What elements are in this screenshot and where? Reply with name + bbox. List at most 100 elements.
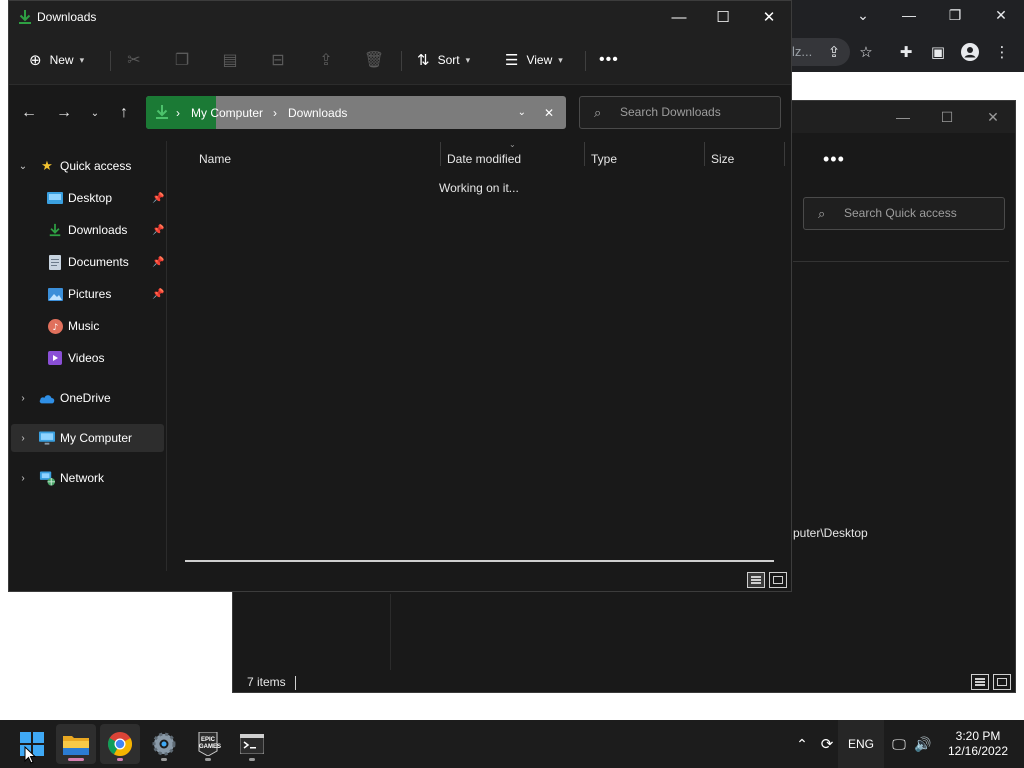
back-arrow-icon[interactable]: ← [15,99,43,127]
sort-icon: ⇅ [417,52,430,69]
share-icon[interactable]: ⇪ [312,46,340,74]
address-dropdown-chevron-icon[interactable]: ⌄ [518,96,526,129]
breadcrumb-my-computer[interactable]: My Computer [191,96,263,129]
details-view-button[interactable] [747,572,765,588]
running-app-indicator [205,758,211,761]
sidebar-item-downloads[interactable]: Downloads 📌 [11,216,164,244]
sidebar-item-my-computer[interactable]: › My Computer [11,424,164,452]
side-panel-icon[interactable]: ▣ [926,40,950,64]
bookmark-star-icon[interactable]: ☆ [854,40,878,64]
sort-button[interactable]: ⇅ Sort ▾ [417,46,470,74]
copy-icon[interactable]: ❐ [168,46,196,74]
minimize-button[interactable]: — [657,5,701,29]
bg-sidebar-divider [390,594,391,670]
navigation-bar: ← → ⌄ ↑ › My Computer › Downloads ⌄ ✕ ⌕ … [9,85,791,141]
expand-chevron-icon[interactable]: › [17,393,29,404]
delete-icon[interactable]: 🗑 [360,46,388,74]
view-button[interactable]: ☰ View ▾ [505,46,563,74]
cut-icon[interactable]: ✂ [120,46,148,74]
maximize-button[interactable]: ☐ [701,5,745,29]
sidebar-item-pictures[interactable]: Pictures 📌 [11,280,164,308]
stop-loading-close-icon[interactable]: ✕ [544,96,554,129]
profile-avatar-icon[interactable] [958,40,982,64]
breadcrumb-chevron-icon[interactable]: › [273,96,277,129]
sidebar-item-label: Documents [68,255,129,269]
pictures-icon [47,286,63,302]
pin-icon: 📌 [152,192,165,204]
paste-icon[interactable]: ▤ [216,46,244,74]
chevron-down-icon: ▾ [79,54,85,65]
running-app-indicator [117,758,123,761]
terminal-icon[interactable] [232,724,272,764]
rename-icon[interactable]: ⊟ [264,46,292,74]
recent-locations-chevron-icon[interactable]: ⌄ [81,99,109,127]
expand-chevron-icon[interactable]: › [17,473,29,484]
chrome-tab-search-icon[interactable]: ⌄ [848,2,878,28]
column-header-type[interactable]: Type [591,147,617,171]
active-app-indicator [68,758,84,761]
breadcrumb-chevron-icon[interactable]: › [176,96,180,129]
expand-chevron-icon[interactable]: › [17,433,29,444]
new-button[interactable]: ⊕ New ▾ [29,46,84,74]
sidebar-item-desktop[interactable]: Desktop 📌 [11,184,164,212]
extensions-icon[interactable]: ✚ [894,40,918,64]
chrome-minimize-button[interactable]: — [894,2,924,28]
explorer-window: Downloads — ☐ ✕ ⊕ New ▾ ✂ ❐ ▤ ⊟ ⇪ 🗑 ⇅ So… [8,0,792,592]
file-explorer-icon[interactable] [56,724,96,764]
close-button[interactable]: ✕ [747,5,791,29]
bg-status-divider [295,676,296,690]
sync-update-icon[interactable]: ⟳ [815,720,839,768]
input-language-button[interactable]: ENG [838,720,884,768]
search-input[interactable]: ⌕ Search Downloads [579,96,781,129]
horizontal-scrollbar[interactable] [185,560,774,562]
settings-icon[interactable] [144,724,184,764]
share-icon[interactable]: ⇪ [822,40,846,64]
address-bar[interactable]: › My Computer › Downloads ⌄ ✕ [146,96,566,129]
loading-message: Working on it... [439,181,519,195]
command-separator [110,51,111,71]
column-header-date-modified[interactable]: Date modified [447,147,521,171]
chrome-close-button[interactable]: ✕ [986,2,1016,28]
sidebar-item-label: Pictures [68,287,112,301]
bg-search-input[interactable]: ⌕ Search Quick access [803,197,1005,230]
column-divider[interactable] [440,142,441,166]
epic-games-icon[interactable]: EPIC GAMES [188,724,228,764]
bg-details-view-button[interactable] [971,674,989,690]
chrome-icon[interactable] [100,724,140,764]
breadcrumb-downloads[interactable]: Downloads [288,96,347,129]
sidebar-item-videos[interactable]: Videos [11,344,164,372]
command-separator [401,51,402,71]
start-icon[interactable] [12,724,52,764]
window-title: Downloads [37,10,97,24]
search-placeholder: Search Downloads [620,105,721,119]
bg-maximize-button[interactable]: ☐ [927,105,967,129]
volume-icon[interactable]: 🔊 [912,720,934,768]
bg-more-options-button[interactable]: ••• [823,149,845,170]
network-monitor-icon[interactable]: 🖵 [888,720,910,768]
forward-arrow-icon[interactable]: → [50,99,78,127]
bg-tiles-view-button[interactable] [993,674,1011,690]
sidebar-item-quick-access[interactable]: ⌄ ★ Quick access [11,152,164,180]
show-hidden-icons-chevron-icon[interactable]: ⌃ [792,720,812,768]
column-divider[interactable] [784,142,785,166]
bg-close-button[interactable]: ✕ [973,105,1013,129]
sidebar-item-network[interactable]: › Network [11,464,164,492]
bg-divider [793,261,1009,262]
tiles-view-button[interactable] [769,572,787,588]
chrome-restore-button[interactable]: ❐ [940,2,970,28]
collapse-chevron-icon[interactable]: ⌄ [17,161,29,172]
column-divider[interactable] [584,142,585,166]
column-header-size[interactable]: Size [711,147,734,171]
clock[interactable]: 3:20 PM 12/16/2022 [936,729,1020,759]
up-arrow-icon[interactable]: ↑ [110,99,138,127]
sidebar-item-onedrive[interactable]: › OneDrive [11,384,164,412]
sidebar-item-music[interactable]: ♪ Music [11,312,164,340]
more-options-button[interactable]: ••• [599,46,619,74]
sidebar-item-documents[interactable]: Documents 📌 [11,248,164,276]
network-icon [39,470,55,486]
chrome-menu-icon[interactable]: ⋮ [990,40,1014,64]
command-bar: ⊕ New ▾ ✂ ❐ ▤ ⊟ ⇪ 🗑 ⇅ Sort ▾ ☰ View ▾ ••… [9,33,791,85]
column-header-name[interactable]: Name [199,147,231,171]
column-divider[interactable] [704,142,705,166]
bg-minimize-button[interactable]: — [883,105,923,129]
